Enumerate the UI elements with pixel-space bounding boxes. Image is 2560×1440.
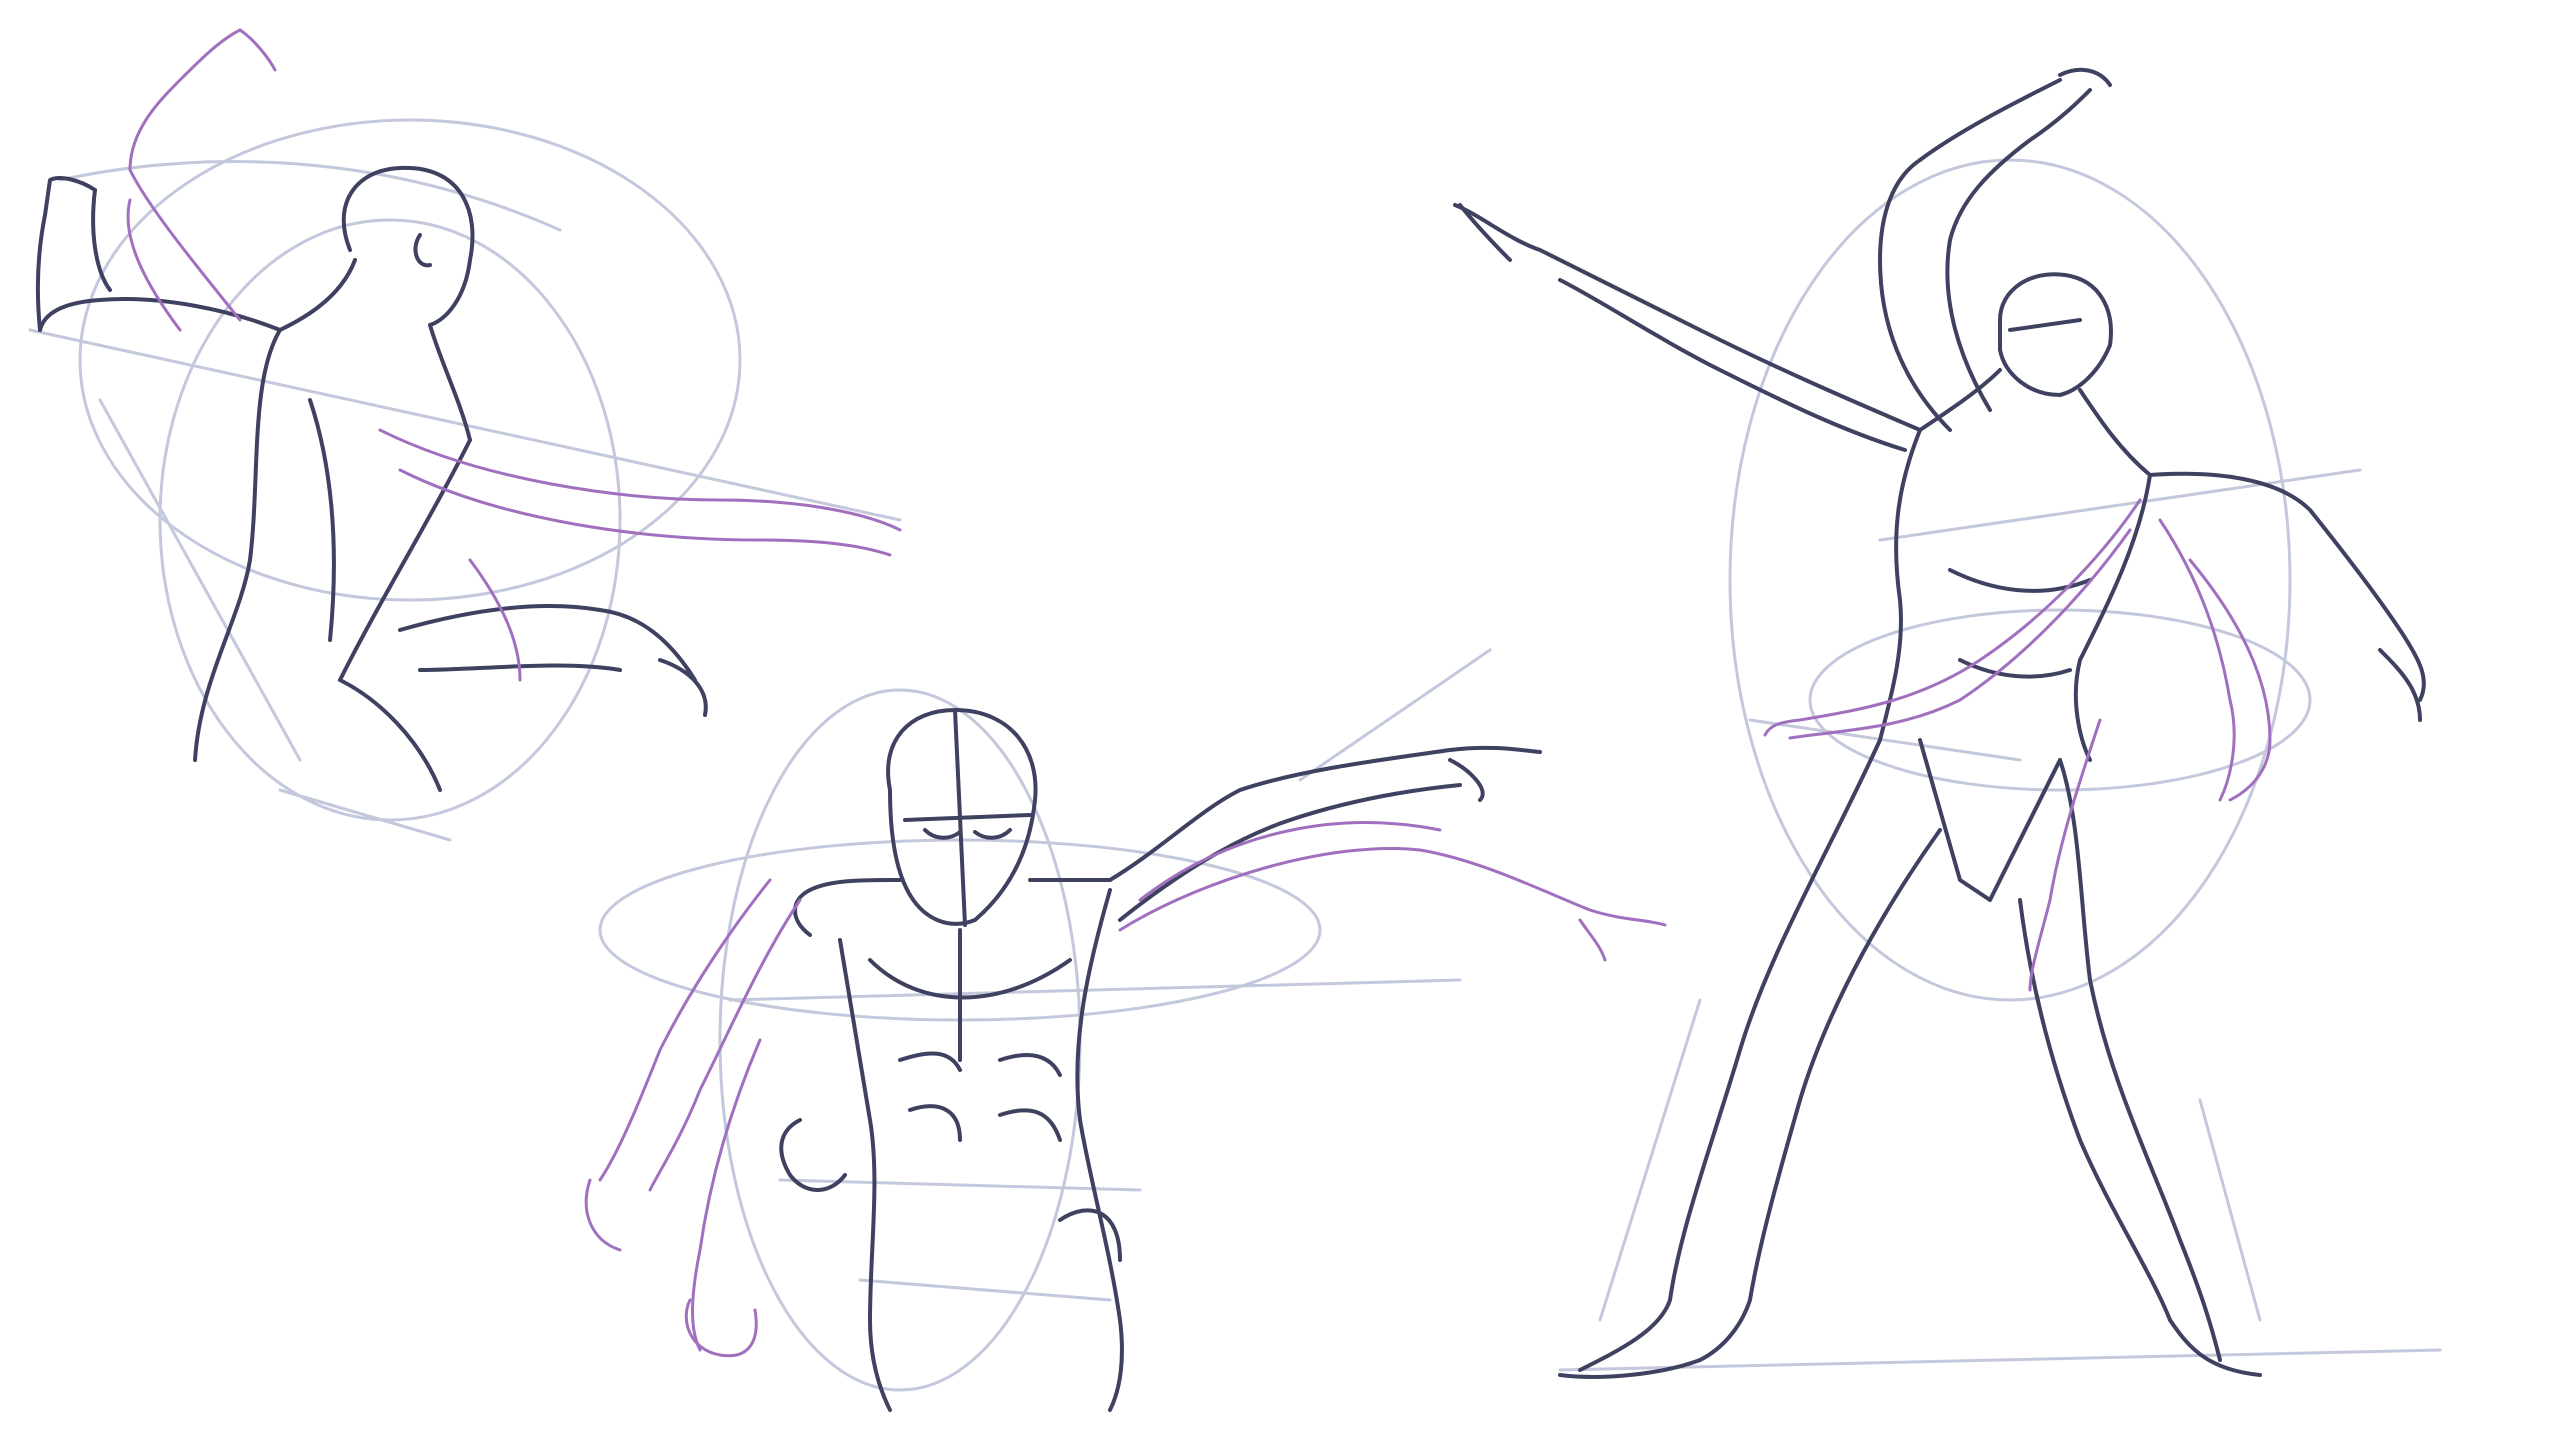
figure-1-back — [193, 328, 282, 762]
figure-2-final-lines — [779, 708, 1542, 1412]
figure-1-construction-lines — [28, 118, 902, 842]
figure-2-torso — [838, 938, 892, 1412]
figure-2-pointing-arm — [1108, 745, 1542, 882]
figure-sketch-sheet — [28, 28, 2442, 1412]
figure-3-back-leg — [2058, 758, 2222, 1362]
figure-2-shoulders — [793, 878, 902, 937]
drawing-canvas[interactable] — [0, 0, 2560, 1440]
full-body-lunge-figure — [1453, 67, 2442, 1379]
twisting-back-figure — [28, 28, 902, 842]
figure-3-head — [1998, 272, 2113, 397]
figure-3-front-leg — [1578, 738, 1882, 1372]
figure-2-alternate-arms — [584, 821, 1667, 1358]
front-torso-pointing-figure — [584, 648, 1667, 1412]
figure-3-pointing-arm — [1453, 203, 1922, 432]
figure-3-final-lines — [1453, 67, 2426, 1379]
figure-3-raised-arm — [1878, 78, 2062, 432]
